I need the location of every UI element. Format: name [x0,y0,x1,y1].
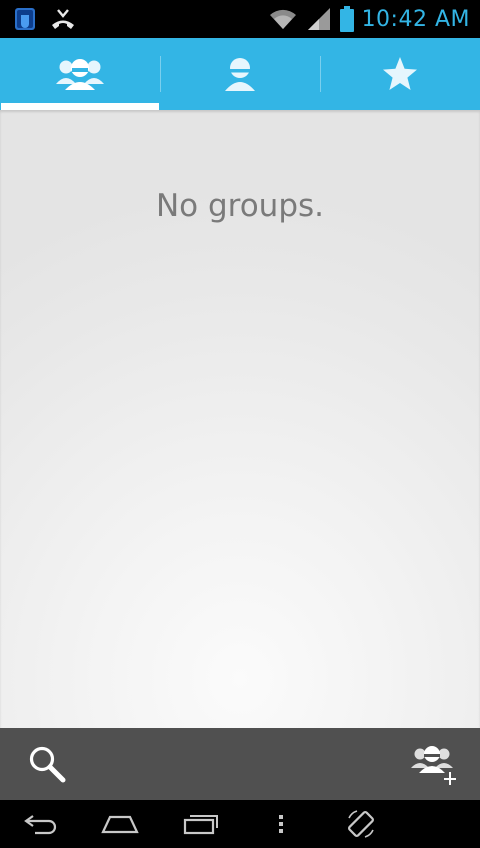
person-icon [223,57,257,91]
search-button[interactable] [2,728,92,800]
status-right: 10:42 AM [268,4,470,34]
home-icon [101,813,139,835]
bottom-action-bar [0,728,480,800]
groups-list-area: No groups. [0,110,480,728]
search-icon [27,744,67,784]
tab-contacts[interactable] [160,38,320,110]
tab-bar [0,38,480,110]
signal-icon [306,7,332,31]
empty-state-message: No groups. [155,188,325,224]
add-group-icon [410,742,460,786]
notification-app-icon [14,7,36,31]
menu-button[interactable] [246,800,316,848]
navigation-bar [0,800,480,848]
recent-apps-icon [183,813,219,835]
tab-favorites[interactable] [320,38,480,110]
battery-icon [339,6,354,32]
status-left [14,6,76,32]
add-group-button[interactable] [390,728,480,800]
missed-call-icon [50,7,76,31]
star-icon [382,56,418,92]
home-button[interactable] [85,800,155,848]
status-bar: 10:42 AM [0,0,480,38]
back-button[interactable] [6,800,76,848]
rotate-button[interactable] [326,800,396,848]
recent-apps-button[interactable] [166,800,236,848]
groups-icon [56,57,104,91]
tab-groups[interactable] [0,38,160,110]
wifi-icon [268,7,298,31]
rotate-icon [345,808,377,840]
menu-icon [277,813,285,835]
back-icon [23,813,59,835]
status-clock: 10:42 AM [361,6,470,32]
